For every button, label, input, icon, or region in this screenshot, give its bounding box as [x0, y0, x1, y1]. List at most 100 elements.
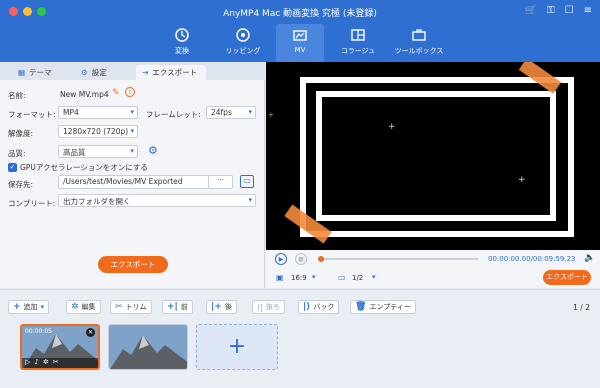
add-clip-button[interactable]: + — [196, 324, 278, 370]
clip-actions[interactable]: ▷♪✲✂ — [25, 358, 63, 366]
empty-button[interactable]: 🗑 エンプティー — [350, 300, 416, 314]
aspect-icon: ▣ — [276, 273, 284, 282]
trash-icon: 🗑 — [355, 302, 367, 312]
tab-label: エクスポート — [152, 68, 198, 77]
ripper-icon — [236, 28, 250, 42]
mountain-image — [109, 325, 187, 369]
after-button[interactable]: |+ 後 — [206, 300, 237, 314]
forward-icon: ⟨| — [257, 302, 263, 312]
feedback-icon[interactable]: ☐ — [565, 5, 574, 16]
player-export-button[interactable]: エクスポート — [543, 270, 591, 285]
chevron-down-icon: ▾ — [130, 147, 134, 155]
toolbox-icon — [412, 29, 426, 41]
tab-label: テーマ — [29, 68, 52, 77]
register-icon[interactable]: ⚿ — [547, 5, 555, 16]
aspect-ratio[interactable]: 16:9 — [291, 274, 307, 282]
gear-icon: ⚙ — [81, 68, 88, 77]
format-value: MP4 — [63, 108, 79, 117]
save-path-value: /Users/test/Movies/MV Exported — [63, 177, 183, 186]
back-button[interactable]: |⟩ バック — [298, 300, 340, 314]
tab-label: 設定 — [91, 68, 107, 77]
gpu-checkbox[interactable]: ✓ — [8, 163, 17, 172]
chevron-down-icon[interactable]: ▾ — [372, 273, 376, 281]
mv-icon — [293, 30, 307, 41]
settings-panel: ▦ テーマ ⚙ 設定 ⇥ エクスポート 名前: New MV.mp4 ✎ i フ… — [0, 62, 265, 288]
page-select[interactable]: 1/2 — [352, 274, 363, 282]
toolbar-label: ツールボックス — [394, 47, 444, 55]
button-label: 後 — [224, 303, 232, 311]
tab-export[interactable]: ⇥ エクスポート — [136, 65, 206, 80]
quality-settings-gear-icon[interactable]: ⚙ — [148, 144, 158, 157]
framerate-label: フレームレット: — [146, 110, 201, 119]
framerate-value: 24fps — [211, 108, 232, 117]
export-button[interactable]: エクスポート — [98, 256, 168, 273]
folder-icon[interactable]: ▭ — [240, 175, 254, 188]
close-icon[interactable]: ✕ — [86, 328, 95, 337]
menu-icon[interactable]: ≡ — [584, 5, 592, 16]
toolbar-label: リッピング — [225, 47, 261, 55]
chevron-down-icon[interactable]: ▾ — [312, 273, 316, 281]
save-label: 保存先: — [8, 180, 34, 189]
monitor-icon: ▭ — [338, 273, 346, 282]
svg-text:+: + — [268, 111, 274, 119]
convert-icon — [175, 28, 189, 42]
stop-icon[interactable]: ■ — [295, 253, 307, 265]
resolution-label: 解像度: — [8, 129, 34, 138]
backward-icon: |⟩ — [303, 302, 311, 312]
name-label: 名前: — [8, 91, 26, 100]
toolbar-mv[interactable]: MV — [276, 24, 324, 62]
edit-icon[interactable]: ✎ — [112, 88, 120, 98]
play-icon[interactable]: ▶ — [275, 253, 287, 265]
theme-icon: ▦ — [18, 68, 26, 77]
quality-select[interactable]: 高品質 ▾ — [58, 145, 138, 158]
chevron-down-icon: ▾ — [40, 303, 45, 311]
progress-knob[interactable] — [318, 256, 324, 262]
format-select[interactable]: MP4 ▾ — [58, 106, 138, 119]
complete-label: コンプリート: — [8, 199, 56, 208]
complete-value: 出力フォルダを開く — [63, 197, 131, 206]
add-button[interactable]: + 追加 ▾ — [8, 300, 50, 314]
button-label: バック — [313, 303, 335, 311]
cart-icon[interactable]: 🛒 — [525, 5, 537, 16]
tab-theme[interactable]: ▦ テーマ — [12, 65, 58, 80]
before-button[interactable]: +| 前 — [162, 300, 193, 314]
framerate-select[interactable]: 24fps ▾ — [206, 106, 256, 119]
clip-thumbnail[interactable]: 00:00:05 ✕ ▷♪✲✂ — [20, 324, 100, 370]
toolbar-collage[interactable]: コラージュ — [336, 24, 380, 62]
time-display: 00:00:00.00/00:09:59.23 — [488, 255, 576, 263]
gpu-row[interactable]: ✓ GPUアクセラレーションをオンにする — [8, 162, 148, 173]
plus-icon: + — [227, 334, 247, 359]
svg-text:+: + — [518, 175, 526, 185]
quality-label: 品質: — [8, 149, 26, 158]
panel-tabs: ▦ テーマ ⚙ 設定 ⇥ エクスポート — [0, 62, 265, 80]
plus-icon: + — [13, 302, 21, 312]
toolbar-label: MV — [294, 46, 306, 54]
name-value: New MV.mp4 — [60, 90, 109, 99]
format-label: フォーマット: — [8, 110, 56, 119]
progress-track[interactable] — [318, 258, 478, 260]
chevron-down-icon: ▾ — [248, 108, 252, 116]
button-label: 前 — [180, 303, 188, 311]
toolbar-label: コラージュ — [340, 47, 376, 55]
volume-icon[interactable]: 🔈 — [584, 253, 595, 263]
button-label: トリム — [125, 303, 147, 311]
toolbar-convert[interactable]: 変換 — [160, 24, 204, 62]
chevron-down-icon: ▾ — [130, 108, 134, 116]
insert-after-icon: |+ — [211, 302, 222, 312]
forward-button[interactable]: ⟨| 後ろ — [252, 300, 285, 314]
info-icon[interactable]: i — [125, 87, 135, 97]
resolution-select[interactable]: 1280x720 (720p) ▾ — [58, 125, 138, 138]
edit-button[interactable]: ✲ 編集 — [66, 300, 101, 314]
clip-thumbnail[interactable] — [108, 324, 188, 370]
gpu-label: GPUアクセラレーションをオンにする — [20, 163, 148, 172]
complete-select[interactable]: 出力フォルダを開く ▾ — [58, 194, 256, 207]
page-indicator: 1 / 2 — [573, 303, 590, 312]
toolbar-label: 変換 — [175, 47, 189, 55]
save-path-field[interactable]: /Users/test/Movies/MV Exported ··· — [58, 175, 233, 189]
toolbar-toolbox[interactable]: ツールボックス — [392, 24, 446, 62]
toolbar-ripper[interactable]: リッピング — [218, 24, 268, 62]
trim-button[interactable]: ✂ トリム — [110, 300, 152, 314]
tab-settings[interactable]: ⚙ 設定 — [75, 65, 113, 80]
title-bar: AnyMP4 Mac 動画変換 究極 (未登録) 🛒 ⚿ ☐ ≡ — [0, 0, 600, 24]
browse-button[interactable]: ··· — [208, 176, 232, 188]
